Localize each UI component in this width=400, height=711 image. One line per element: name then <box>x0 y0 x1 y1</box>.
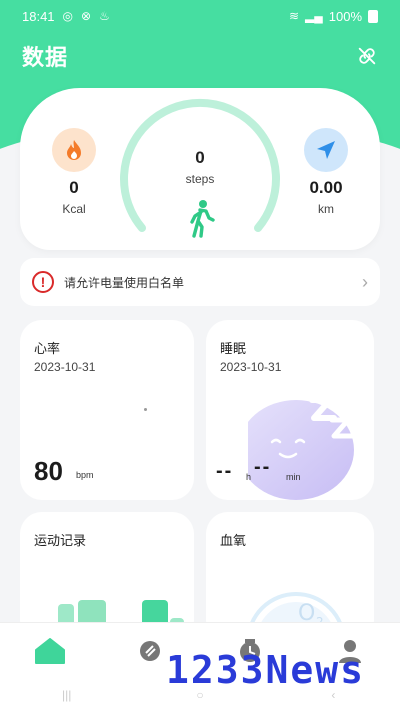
heart-rate-value: 80 <box>34 456 63 486</box>
link-icon[interactable] <box>356 45 378 67</box>
walking-icon <box>190 200 215 238</box>
chevron-right-icon: › <box>362 271 368 292</box>
notice-text: 请允许电量使用白名单 <box>64 275 185 290</box>
exercise-title: 运动记录 <box>34 533 87 548</box>
calories-unit: Kcal <box>62 202 86 216</box>
wifi-icon: ≋ <box>288 9 300 23</box>
heart-rate-date: 2023-10-31 <box>34 360 96 374</box>
sleep-hours-unit: h <box>246 472 252 482</box>
sleep-moon-icon <box>248 397 355 500</box>
distance-stat: 0.00 km <box>286 128 366 216</box>
oxygen-title: 血氧 <box>220 533 247 548</box>
home-icon <box>35 637 65 664</box>
sleep-minutes: -- <box>254 456 272 478</box>
activity-summary-card[interactable]: 0 Kcal 0 steps 0.00 km <box>20 88 380 250</box>
sleep-date: 2023-10-31 <box>220 360 282 374</box>
watch-icon <box>140 640 160 661</box>
heart-rate-title: 心率 <box>34 341 61 356</box>
sleep-title: 睡眠 <box>220 341 247 356</box>
signal-icon: ▂▄ <box>305 9 323 23</box>
notification-icon: ◎ <box>62 9 74 23</box>
distance-value: 0.00 <box>309 178 343 197</box>
sleep-minutes-unit: min <box>286 472 301 482</box>
nav-home[interactable] <box>30 631 70 671</box>
status-time: 18:41 <box>22 8 55 24</box>
notification-icon: ♨ <box>99 9 110 23</box>
heart-rate-unit: bpm <box>76 470 94 480</box>
sleep-hours: -- <box>216 460 234 482</box>
battery-icon <box>368 9 378 23</box>
heart-rate-card[interactable]: 心率 2023-10-31 80 bpm <box>20 320 194 500</box>
distance-unit: km <box>318 202 334 216</box>
battery-percentage: 100% <box>328 8 362 24</box>
page-title: 数据 <box>22 45 69 70</box>
recent-apps-icon[interactable]: ||| <box>60 688 74 702</box>
alert-icon: ! <box>32 271 54 293</box>
watermark: 1233News <box>166 648 366 692</box>
status-bar: 18:41 ◎ ⊗ ♨ ≋ ▂▄ 100% <box>0 0 400 32</box>
notification-icon: ⊗ <box>81 9 92 23</box>
heart-rate-chart-point <box>144 408 147 411</box>
battery-whitelist-notice[interactable]: ! 请允许电量使用白名单 › <box>20 258 380 306</box>
navigation-arrow-icon <box>304 128 348 172</box>
sleep-card[interactable]: 睡眠 2023-10-31 -- h -- min <box>206 320 374 500</box>
nav-device[interactable] <box>130 631 170 671</box>
header: 数据 <box>22 40 378 72</box>
